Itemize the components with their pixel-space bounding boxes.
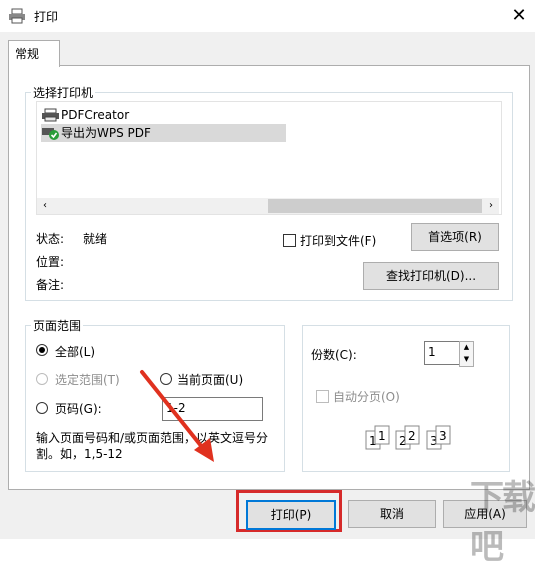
selection-radio[interactable] bbox=[36, 373, 48, 385]
status-label: 状态: bbox=[36, 232, 65, 246]
printer-group-legend: 选择打印机 bbox=[31, 84, 96, 101]
page-range-legend: 页面范围 bbox=[31, 317, 84, 334]
find-printer-button[interactable]: 查找打印机(D)... bbox=[363, 262, 499, 290]
window-title: 打印 bbox=[34, 10, 59, 24]
svg-text:2: 2 bbox=[408, 429, 416, 443]
printer-item-label: PDFCreator bbox=[61, 108, 130, 122]
pages-radio[interactable] bbox=[36, 402, 48, 414]
printer-icon bbox=[8, 8, 26, 27]
comment-label: 备注: bbox=[36, 278, 65, 292]
collate-checkbox[interactable] bbox=[316, 390, 329, 403]
horizontal-scrollbar[interactable]: ‹ › bbox=[37, 198, 499, 214]
scroll-left-icon[interactable]: ‹ bbox=[37, 198, 53, 214]
scroll-thumb[interactable] bbox=[268, 199, 482, 213]
print-button[interactable]: 打印(P) bbox=[246, 500, 336, 530]
title-bar bbox=[0, 0, 535, 32]
printer-item-wps-pdf[interactable]: 导出为WPS PDF bbox=[41, 124, 286, 142]
default-printer-check-icon bbox=[42, 128, 59, 140]
tab-general[interactable]: 常规 bbox=[8, 40, 60, 67]
collate-illustration-icon: 1 1 2 2 3 3 bbox=[364, 423, 460, 456]
close-icon[interactable]: ✕ bbox=[508, 5, 530, 27]
all-pages-label: 全部(L) bbox=[55, 345, 96, 359]
pages-label: 页码(G): bbox=[55, 402, 102, 416]
printer-item-label: 导出为WPS PDF bbox=[61, 126, 151, 140]
annotation-arrow bbox=[140, 370, 214, 462]
svg-text:3: 3 bbox=[439, 429, 447, 443]
watermark-logo: 下载吧 bbox=[470, 478, 535, 567]
copies-spinner[interactable]: ▲ ▼ bbox=[459, 341, 474, 367]
preferences-button[interactable]: 首选项(R) bbox=[411, 223, 499, 251]
printer-item-pdfcreator[interactable]: PDFCreator bbox=[41, 106, 129, 124]
print-to-file-checkbox[interactable] bbox=[283, 234, 296, 247]
spin-down-icon[interactable]: ▼ bbox=[460, 354, 473, 365]
collate-label: 自动分页(O) bbox=[333, 390, 400, 404]
tab-general-label: 常规 bbox=[15, 47, 40, 61]
printer-icon bbox=[42, 108, 59, 122]
scroll-right-icon[interactable]: › bbox=[483, 198, 499, 214]
selection-label: 选定范围(T) bbox=[55, 373, 120, 387]
cancel-button[interactable]: 取消 bbox=[348, 500, 436, 528]
all-pages-radio[interactable] bbox=[36, 344, 48, 356]
status-value: 就绪 bbox=[83, 232, 108, 246]
print-to-file-label: 打印到文件(F) bbox=[300, 234, 377, 248]
spin-up-icon[interactable]: ▲ bbox=[460, 342, 473, 353]
copies-input[interactable]: 1 bbox=[424, 341, 460, 365]
svg-text:1: 1 bbox=[378, 429, 386, 443]
location-label: 位置: bbox=[36, 255, 65, 269]
copies-label: 份数(C): bbox=[311, 348, 357, 362]
